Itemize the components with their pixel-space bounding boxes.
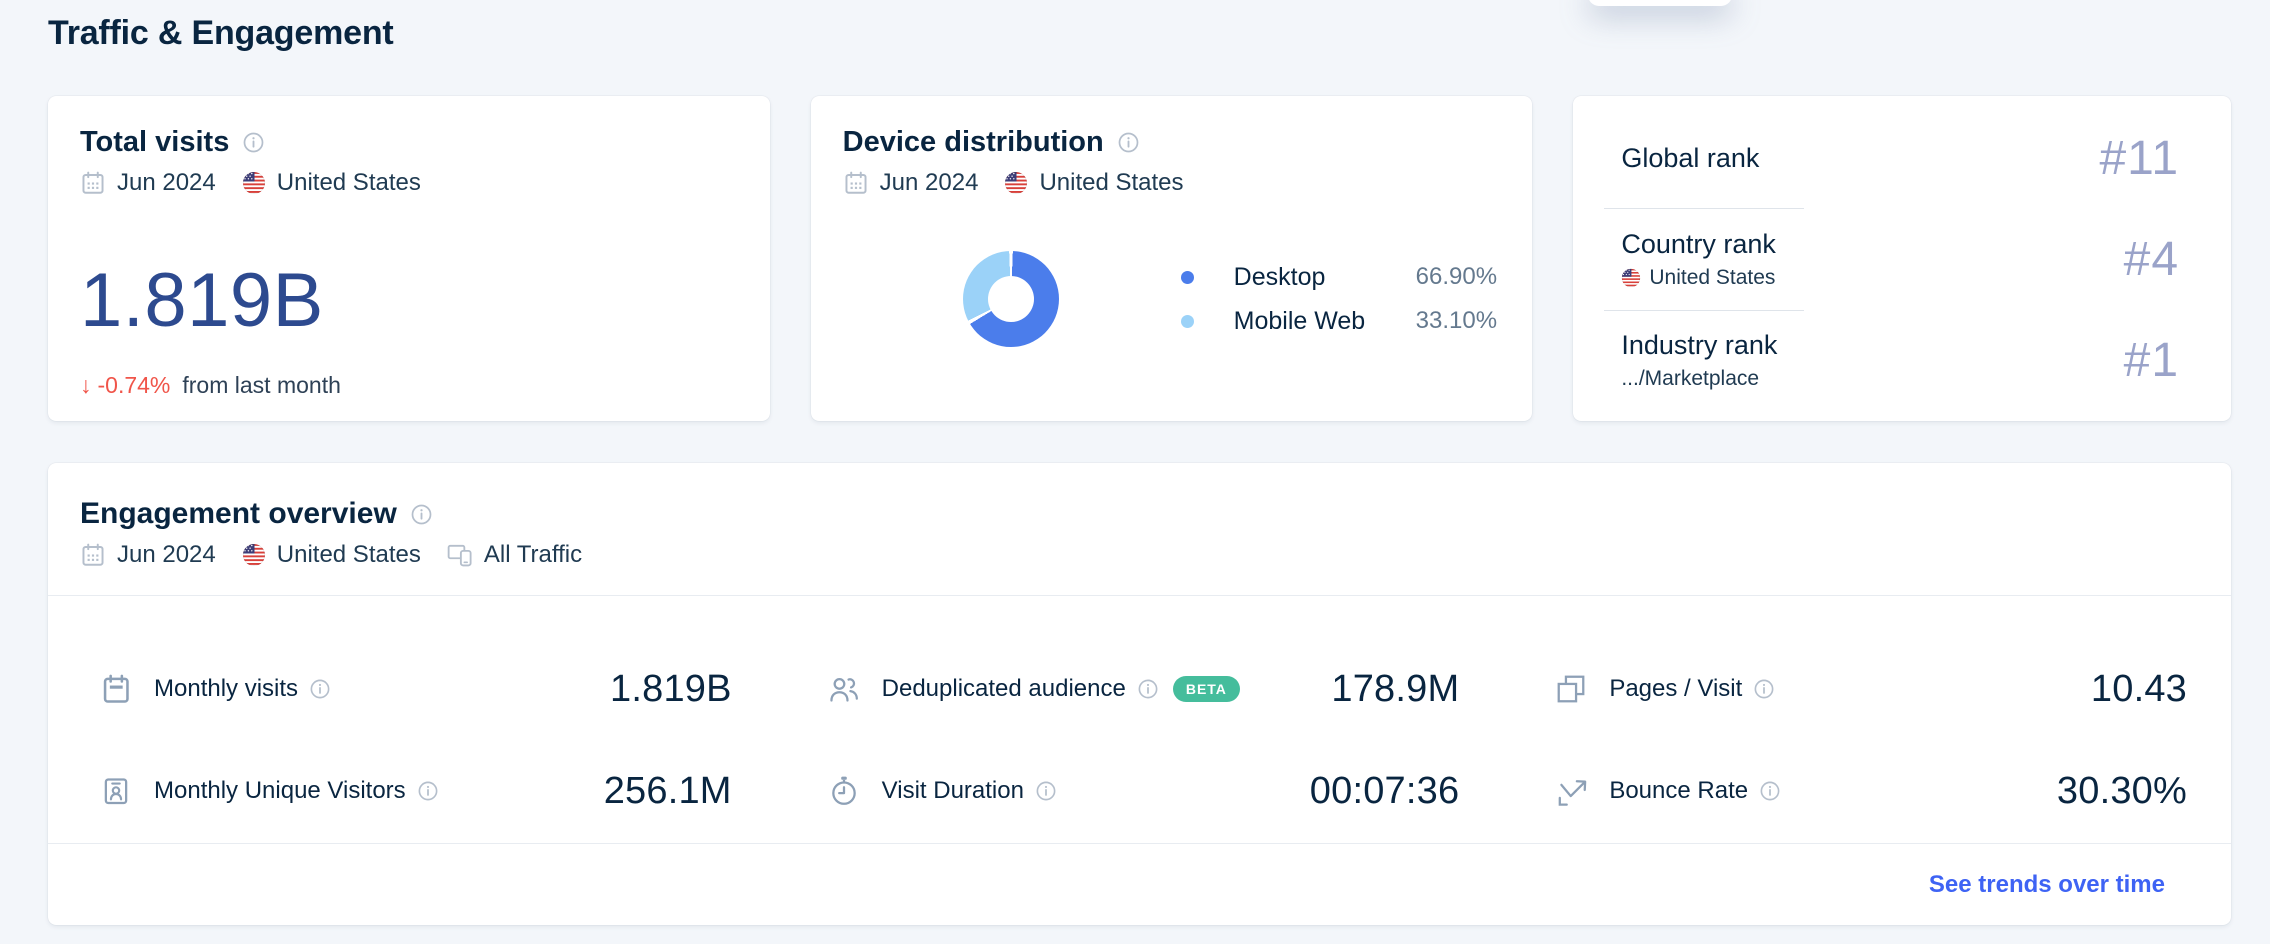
- country-label: United States: [276, 541, 421, 568]
- metric-monthly-unique-visitors: Monthly Unique Visitors 256.1M: [48, 740, 776, 842]
- calendar-icon: [80, 542, 106, 568]
- industry-rank-value: #1: [2123, 334, 2180, 388]
- metric-monthly-visits: Monthly visits 1.819B: [48, 638, 776, 740]
- device-donut-chart[interactable]: [962, 251, 1059, 347]
- info-icon[interactable]: [1753, 678, 1775, 700]
- industry-rank-label: Industry rank: [1621, 330, 1778, 361]
- legend-item-mobile-web: Mobile Web 33.10%: [1180, 306, 1498, 336]
- metric-value: 00:07:36: [1309, 769, 1460, 812]
- period-label: Jun 2024: [117, 169, 216, 196]
- page-title: Traffic & Engagement: [48, 14, 394, 52]
- total-visits-title: Total visits: [80, 126, 230, 158]
- info-icon[interactable]: [242, 131, 265, 154]
- country-rank-value: #4: [2123, 232, 2180, 286]
- industry-rank-row: Industry rank .../Marketplace #1: [1573, 311, 2231, 411]
- global-rank-row: Global rank #11: [1573, 108, 2231, 208]
- beta-badge: BETA: [1172, 676, 1240, 702]
- engagement-overview-title: Engagement overview: [80, 497, 397, 530]
- metric-label: Pages / Visit: [1609, 675, 1743, 702]
- legend-label: Desktop: [1233, 262, 1326, 291]
- floating-tooltip-remnant: [1588, 0, 1732, 6]
- total-visits-value: 1.819B: [80, 258, 324, 343]
- metric-bounce-rate: Bounce Rate 30.30%: [1503, 740, 2231, 842]
- us-flag-icon: [1621, 268, 1641, 288]
- metric-value: 1.819B: [610, 667, 732, 710]
- audience-icon: [828, 673, 860, 705]
- us-flag-icon: [242, 171, 266, 195]
- info-icon[interactable]: [1117, 131, 1140, 154]
- metric-visit-duration: Visit Duration 00:07:36: [776, 740, 1504, 842]
- device-distribution-title: Device distribution: [842, 126, 1104, 158]
- metric-label: Monthly visits: [154, 675, 299, 702]
- see-trends-link[interactable]: See trends over time: [1929, 871, 2165, 899]
- change-percent: -0.74%: [97, 372, 171, 398]
- us-flag-icon: [242, 543, 266, 567]
- info-icon[interactable]: [1137, 678, 1159, 700]
- metric-value: 256.1M: [603, 769, 732, 812]
- devices-icon: [447, 542, 473, 568]
- mobile-legend-dot-icon: [1180, 314, 1194, 328]
- period-label: Jun 2024: [117, 541, 216, 568]
- device-distribution-card: Device distribution Jun 2024 United Stat…: [810, 96, 1533, 421]
- metric-label: Monthly Unique Visitors: [154, 777, 406, 804]
- metric-label: Bounce Rate: [1609, 777, 1749, 804]
- legend-value: 66.90%: [1415, 263, 1498, 290]
- period-label: Jun 2024: [879, 169, 979, 196]
- summary-cards-row: Total visits Jun 2024 United States 1.81…: [48, 96, 2232, 421]
- metric-value: 178.9M: [1331, 667, 1460, 710]
- info-icon[interactable]: [417, 780, 439, 802]
- bounce-rate-icon: [1555, 775, 1587, 807]
- metric-label: Deduplicated audience: [881, 675, 1126, 702]
- global-rank-label: Global rank: [1621, 142, 1760, 173]
- global-rank-value: #11: [2099, 131, 2180, 185]
- metric-label: Visit Duration: [881, 777, 1024, 804]
- total-visits-card: Total visits Jun 2024 United States 1.81…: [48, 96, 770, 421]
- change-arrow-down-icon: ↓: [80, 372, 92, 398]
- country-label: United States: [1039, 169, 1184, 196]
- legend-value: 33.10%: [1415, 307, 1498, 334]
- us-flag-icon: [1004, 171, 1028, 195]
- metric-pages-per-visit: Pages / Visit 10.43: [1503, 638, 2231, 740]
- country-rank-sub: United States: [1649, 265, 1776, 289]
- info-icon[interactable]: [1035, 780, 1057, 802]
- legend-item-desktop: Desktop 66.90%: [1180, 262, 1498, 292]
- calendar-icon: [80, 170, 106, 196]
- country-label: United States: [276, 169, 421, 196]
- calendar-icon: [843, 170, 869, 196]
- engagement-overview-card: Engagement overview Jun 2024 United Stat…: [48, 463, 2231, 925]
- traffic-label: All Traffic: [483, 541, 583, 568]
- metric-value: 30.30%: [2056, 769, 2187, 812]
- device-legend: Desktop 66.90% Mobile Web 33.10%: [1180, 262, 1498, 336]
- info-icon[interactable]: [410, 503, 433, 526]
- legend-label: Mobile Web: [1233, 306, 1366, 335]
- metric-value: 10.43: [2090, 667, 2187, 710]
- change-note: from last month: [182, 372, 341, 398]
- engagement-metrics-grid: Monthly visits 1.819B Deduplicated audie…: [48, 596, 2231, 843]
- country-rank-row: Country rank United States #4: [1573, 209, 2231, 309]
- metric-deduplicated-audience: Deduplicated audience BETA 178.9M: [776, 638, 1504, 740]
- engagement-footer: See trends over time: [48, 843, 2231, 925]
- info-icon[interactable]: [1759, 780, 1781, 802]
- desktop-legend-dot-icon: [1180, 270, 1194, 284]
- monthly-visits-icon: [100, 673, 132, 705]
- pages-icon: [1555, 673, 1587, 705]
- country-rank-label: Country rank: [1621, 228, 1776, 259]
- industry-rank-sub: .../Marketplace: [1621, 367, 1760, 391]
- id-card-icon: [100, 775, 132, 807]
- stopwatch-icon: [828, 775, 860, 807]
- rank-card: Global rank #11 Country rank United Stat…: [1573, 96, 2232, 421]
- info-icon[interactable]: [309, 678, 331, 700]
